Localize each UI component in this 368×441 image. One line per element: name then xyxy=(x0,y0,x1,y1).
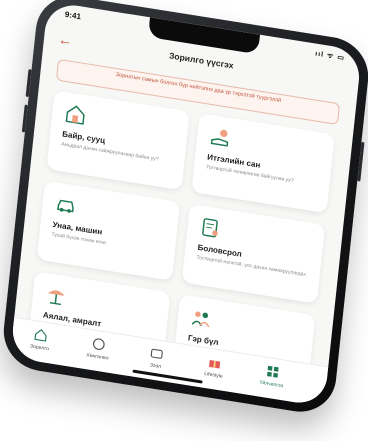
app-screen: 9:41 ııl ᯤ ▭ ← Зорилго үүсгэх Зорилгын с… xyxy=(9,1,363,407)
coin-icon xyxy=(92,338,105,350)
category-desc: Тухай бүхэн тохиж өгнө xyxy=(51,231,107,247)
power-button xyxy=(357,141,365,182)
phone-frame: 9:41 ııl ᯤ ▭ ← Зорилго үүсгэх Зорилгын с… xyxy=(0,0,368,418)
car-icon xyxy=(57,199,74,213)
category-desc: Амьдрал дахин сайжруулахаар байна уу? xyxy=(60,141,159,163)
category-card-education[interactable]: Боловсрол Тогтвортой нэгжтэй, улс дахин … xyxy=(181,203,326,304)
volume-up-button xyxy=(25,69,32,98)
volume-down-button xyxy=(21,104,28,133)
tab-services[interactable]: Үйлчилгээ xyxy=(251,362,293,391)
category-card-housing[interactable]: Байр, сууц Амьдрал дахин сайжруулахаар б… xyxy=(46,90,190,191)
wallet-icon xyxy=(150,348,163,359)
signal-battery-icon: ııl ᯤ ▭ xyxy=(314,50,346,63)
tab-label: Хөнгөлөл xyxy=(86,352,109,362)
tab-lifestyle[interactable]: Lifestyle xyxy=(193,353,235,382)
tab-goal[interactable]: Зорилго xyxy=(19,325,61,354)
home-icon xyxy=(34,329,47,342)
beach-umbrella-icon xyxy=(48,290,65,306)
category-card-car[interactable]: Унаа, машин Тухай бүхэн тохиж өгнө xyxy=(36,180,181,281)
category-desc: Тогтвортой төлөвлөгөө байгуулаа уу? xyxy=(205,164,294,184)
tab-label: Үйлчилгээ xyxy=(259,379,284,390)
status-time: 9:41 xyxy=(64,9,82,22)
family-icon xyxy=(191,311,210,328)
house-icon xyxy=(65,105,85,125)
tab-label: Зорилго xyxy=(29,343,50,353)
home-indicator xyxy=(132,369,203,384)
hand-coins-icon xyxy=(210,129,229,147)
category-card-savings[interactable]: Итгэлийн сан Тогтвортой төлөвлөгөө байгу… xyxy=(191,113,335,214)
grid-icon xyxy=(267,365,279,378)
scene: 9:41 ııl ᯤ ▭ ← Зорилго үүсгэх Зорилгын с… xyxy=(0,0,368,441)
tab-loan[interactable]: Зээл xyxy=(135,343,177,372)
certificate-icon xyxy=(202,218,218,238)
tab-discount[interactable]: Хөнгөлөл xyxy=(77,334,119,363)
gift-icon xyxy=(209,360,221,369)
category-desc: Тогтвортой нэгжтэй, улс дахин хамааруула… xyxy=(196,254,307,278)
